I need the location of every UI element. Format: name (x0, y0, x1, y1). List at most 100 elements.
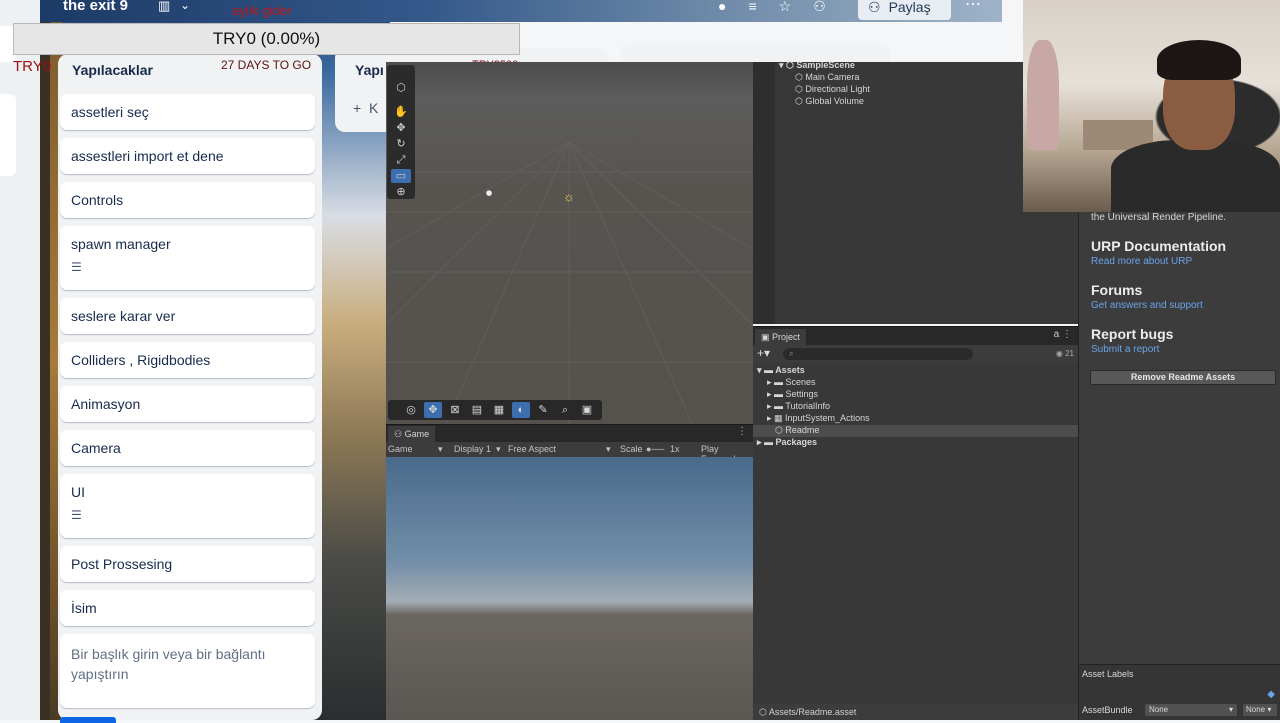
remove-readme-button[interactable]: Remove Readme Assets (1090, 370, 1276, 385)
more-options-icon[interactable]: ⋯ (965, 0, 981, 14)
star-icon[interactable]: ☆ (779, 0, 792, 20)
project-folder[interactable]: ▸ ▬ Packages (757, 437, 817, 448)
transform-tool-icon[interactable]: ⊕ (391, 185, 411, 199)
list-title[interactable]: Yapı (355, 62, 384, 78)
asset-variant-dropdown[interactable]: None ▾ (1243, 704, 1277, 716)
aspect-dropdown[interactable]: Free Aspect (508, 444, 556, 454)
card[interactable]: seslere karar ver (60, 298, 315, 334)
hierarchy-item[interactable]: ⬡ Directional Light (795, 84, 870, 95)
scale-slider[interactable]: ●── (646, 444, 664, 454)
snap-icon[interactable]: ⊠ (446, 402, 464, 418)
project-search-input[interactable]: ⌕ (783, 348, 973, 360)
asset-label: InputSystem_Actions (785, 413, 870, 423)
game-mode-dropdown[interactable]: Game (388, 444, 413, 454)
game-tab-bar: ⚇ Game ⋮ (386, 424, 753, 442)
lock-icon[interactable]: a ⋮ (1054, 329, 1072, 340)
display-dropdown[interactable]: Display 1 (454, 444, 491, 454)
filter-icon[interactable]: ≡ (748, 0, 756, 20)
camera-gizmo-icon[interactable]: ⏺ (486, 186, 492, 201)
project-folder[interactable]: ▸ ▬ Scenes (767, 377, 816, 388)
board-title[interactable]: the exit 9 (63, 0, 128, 14)
board-view-icon[interactable]: ▥ (158, 0, 170, 14)
card[interactable]: UI ☰ (60, 474, 315, 538)
card[interactable]: Colliders , Rigidbodies (60, 342, 315, 378)
browser-left-strip (0, 0, 40, 720)
tracker-days-to-go: 27 DAYS TO GO (221, 58, 312, 72)
hierarchy-item[interactable]: ⬡ Global Volume (795, 96, 864, 107)
create-asset-button[interactable]: +▾ (757, 346, 770, 360)
list-title[interactable]: Yapılacaklar (72, 62, 153, 78)
card[interactable]: assestleri import et dene (60, 138, 315, 174)
webcam-feed (1023, 0, 1280, 212)
light-gizmo-icon[interactable]: ☼ (563, 189, 575, 204)
rotate-tool-icon[interactable]: ↻ (391, 137, 411, 151)
rect-tool-icon[interactable]: ▭ (391, 169, 411, 183)
chevron-down-icon: ▾ (496, 444, 501, 454)
tracker-label: aylık gider (232, 3, 292, 18)
card-title: spawn manager (71, 236, 171, 252)
tab-project[interactable]: ▣ Project (755, 329, 807, 345)
share-button[interactable]: ⚇ Paylaş (858, 0, 951, 20)
asset-bundle-label: AssetBundle (1082, 705, 1133, 715)
asset-variant-value: None (1246, 705, 1266, 714)
tab-menu-icon[interactable]: ⋮ (737, 426, 747, 437)
hierarchy-item[interactable]: ⬡ Main Camera (795, 72, 859, 83)
zoom-icon[interactable]: ⌕ (556, 402, 574, 418)
section-link[interactable]: Read more about URP (1091, 256, 1192, 267)
project-asset[interactable]: ⬡ Readme (775, 425, 819, 436)
grid-icon[interactable]: ▤ (468, 402, 486, 418)
folder-label: TutorialInfo (785, 401, 831, 411)
card-title: assestleri import et dene (71, 148, 224, 164)
add-user-icon: ⚇ (868, 0, 881, 15)
card[interactable]: Animasyon (60, 386, 315, 422)
new-card-input[interactable]: Bir başlık girin veya bir bağlantı yapış… (60, 634, 315, 708)
selected-asset-path: Assets/Readme.asset (768, 707, 857, 717)
section-link[interactable]: Submit a report (1091, 344, 1159, 355)
description-icon: ☰ (71, 260, 82, 274)
card-title: Post Prossesing (71, 556, 173, 572)
scale-value: 1x (670, 444, 680, 454)
power-up-icon[interactable]: ● (718, 0, 726, 20)
scale-tool-icon[interactable]: ⤢ (391, 153, 411, 167)
project-folder[interactable]: ▸ ▬ TutorialInfo (767, 401, 830, 412)
card[interactable]: Controls (60, 182, 315, 218)
card[interactable]: assetleri seç (60, 94, 315, 130)
move-tool-icon[interactable]: ✥ (391, 121, 411, 135)
card-title: Camera (71, 440, 121, 456)
project-toolbar: +▾ ⌕ ◉ 21 (753, 345, 1078, 363)
draw-mode-icon[interactable]: ◎ (402, 402, 420, 418)
orientation-icon[interactable]: ⬡ (391, 81, 411, 95)
tag-icon[interactable]: ◆ (1267, 689, 1275, 700)
scene-view[interactable]: ⬡ ✋ ✥ ↻ ⤢ ▭ ⊕ ⏺ ☼ ◎ ✥ ⊠ ▤ ▦ ◐ ✎ ⌕ ▣ (386, 62, 753, 424)
asset-bundle-dropdown[interactable]: None ▾ (1145, 704, 1237, 716)
grid-snap-icon[interactable]: ▦ (490, 402, 508, 418)
project-folder[interactable]: ▸ ▬ Settings (767, 389, 818, 400)
card[interactable]: spawn manager ☰ (60, 226, 315, 290)
folder-label: Settings (785, 389, 819, 399)
card[interactable]: İsim (60, 590, 315, 626)
chevron-down-icon[interactable]: ⌄ (180, 0, 190, 12)
tab-project-label: Project (772, 332, 801, 342)
project-folder[interactable]: ▾ ▬ Assets (757, 365, 805, 376)
hierarchy-scene[interactable]: ▾ ⬡ SampleScene (779, 60, 855, 71)
add-card-button[interactable] (60, 717, 116, 723)
shading-icon[interactable]: ◐ (512, 402, 530, 418)
add-card-button[interactable]: + K (353, 100, 378, 116)
card-title: Controls (71, 192, 124, 208)
section-link[interactable]: Get answers and support (1091, 300, 1203, 311)
asset-count: ◉ 21 (1055, 349, 1074, 358)
gizmos-toggle-icon[interactable]: ▣ (578, 402, 596, 418)
card[interactable]: Post Prossesing (60, 546, 315, 582)
members-icon[interactable]: ⚇ (813, 0, 826, 20)
gizmo-move-icon[interactable]: ✥ (424, 402, 442, 418)
game-view[interactable] (386, 457, 753, 720)
readme-text: the Universal Render Pipeline. (1091, 212, 1227, 223)
tab-game[interactable]: ⚇ Game (388, 426, 436, 442)
effects-icon[interactable]: ✎ (534, 402, 552, 418)
hand-tool-icon[interactable]: ✋ (391, 105, 411, 119)
chevron-down-icon: ▾ (606, 444, 611, 454)
side-tab[interactable] (0, 94, 16, 176)
card[interactable]: Camera (60, 430, 315, 466)
card-title: assetleri seç (71, 104, 149, 120)
project-asset[interactable]: ▸ ▦ InputSystem_Actions (767, 413, 870, 424)
